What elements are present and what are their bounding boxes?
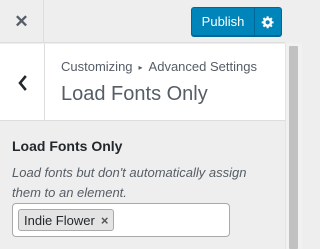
publish-button[interactable]: Publish: [191, 7, 254, 36]
font-select-input[interactable]: Indie Flower ×: [12, 203, 230, 237]
page-title: Load Fonts Only: [61, 83, 208, 105]
selected-font-label: Indie Flower: [24, 212, 95, 228]
breadcrumb-separator-icon: ▸: [138, 63, 143, 72]
publish-group: Publish: [191, 7, 282, 36]
back-button[interactable]: [0, 44, 45, 121]
chevron-left-icon: [18, 74, 27, 91]
gear-icon: [261, 15, 274, 28]
selected-font-tag: Indie Flower ×: [18, 209, 115, 231]
control-description: Load fonts but don't automatically assig…: [12, 165, 247, 200]
remove-tag-icon[interactable]: ×: [101, 213, 109, 228]
control-label: Load Fonts Only: [12, 138, 123, 154]
scrollbar-thumb[interactable]: [289, 46, 298, 249]
breadcrumb-child: Advanced Settings: [148, 59, 257, 74]
load-fonts-control: Load Fonts Only Load fonts but don't aut…: [0, 122, 285, 249]
section-header: Customizing ▸ Advanced Settings Load Fonts…: [0, 44, 285, 121]
publish-settings-button[interactable]: [254, 7, 282, 36]
customizer-header: ✕ Publish: [0, 0, 285, 43]
breadcrumb: Customizing ▸ Advanced Settings: [61, 59, 257, 74]
close-button[interactable]: ✕: [0, 0, 44, 43]
breadcrumb-parent: Customizing: [61, 59, 133, 74]
close-icon: ✕: [14, 11, 29, 31]
